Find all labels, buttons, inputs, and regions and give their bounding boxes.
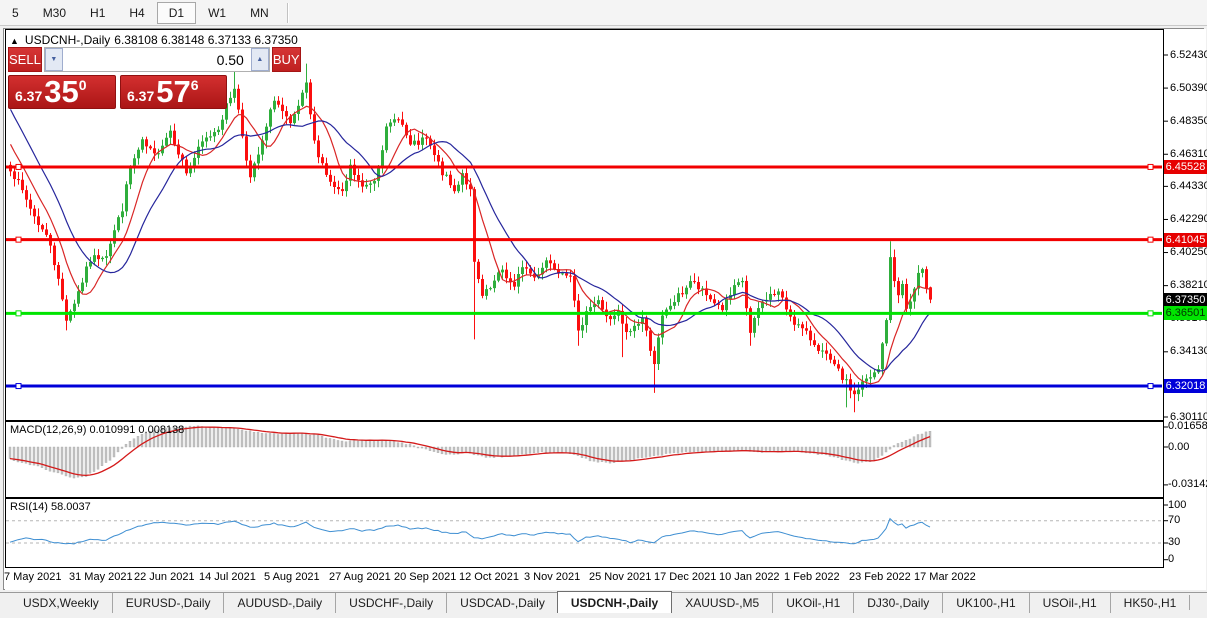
- date-tick-label: 31 May 2021: [69, 571, 133, 583]
- symbol-tab-dj30[interactable]: DJ30-,Daily: [853, 593, 942, 613]
- timeframe-toolbar: 5M30H1H4D1W1MN: [0, 0, 1207, 26]
- sell-price-display[interactable]: 6.37 35 0: [8, 75, 116, 109]
- price-badge-637350: 6.37350: [1164, 293, 1207, 307]
- timeframe-button-m30[interactable]: M30: [31, 2, 78, 24]
- expand-triangle-icon[interactable]: ▲: [10, 36, 19, 46]
- date-tick-label: 14 Jul 2021: [199, 571, 256, 583]
- date-tick-label: 7 May 2021: [4, 571, 61, 583]
- symbol-tab-xauusd[interactable]: XAUUSD-,M5: [672, 593, 772, 613]
- symbol-tab-ukoil[interactable]: UKOil-,H1: [772, 593, 853, 613]
- timeframe-button-d1[interactable]: D1: [157, 2, 196, 24]
- price-tick-label: 6.48350: [1170, 115, 1207, 127]
- price-tick-label: 6.34130: [1170, 345, 1207, 357]
- price-badge-636501: 6.36501: [1164, 306, 1207, 320]
- timeframe-button-h4[interactable]: H4: [117, 2, 156, 24]
- tab-scroll-controls: ◄ ►: [1189, 592, 1207, 613]
- timeframe-button-h1[interactable]: H1: [78, 2, 117, 24]
- rsi-tick-label: 0: [1168, 553, 1174, 565]
- one-click-trade-panel: SELL ▼ ▲ BUY 6.37 35 0 6.37 57 6: [8, 47, 230, 109]
- sell-price-prefix: 6.37: [15, 88, 42, 106]
- symbol-tab-uk100[interactable]: UK100-,H1: [942, 593, 1028, 613]
- volume-spinner: ▼ ▲: [44, 47, 270, 72]
- price-tick-label: 6.44330: [1170, 180, 1207, 192]
- date-tick-label: 1 Feb 2022: [784, 571, 840, 583]
- price-badge-641045: 6.41045: [1164, 233, 1207, 247]
- price-badge-645528: 6.45528: [1164, 160, 1207, 174]
- price-tick-label: 6.38210: [1170, 279, 1207, 291]
- rsi-tick-label: 30: [1168, 536, 1180, 548]
- chart-title: ▲ USDCNH-,Daily 6.38108 6.38148 6.37133 6.…: [10, 33, 298, 47]
- chart-title-symbol: USDCNH-,Daily: [25, 33, 110, 47]
- toolbar-separator: [287, 3, 288, 23]
- macd-indicator-label: MACD(12,26,9) 0.010991 0.008138: [10, 424, 184, 436]
- buy-price-prefix: 6.37: [127, 88, 154, 106]
- macd-tick-label: 0.016586: [1168, 420, 1207, 432]
- buy-button[interactable]: BUY: [272, 47, 301, 72]
- price-tick-label: 6.52430: [1170, 49, 1207, 61]
- symbol-tab-usdchf[interactable]: USDCHF-,Daily: [335, 593, 446, 613]
- symbol-tabs: USDX,WeeklyEURUSD-,DailyAUDUSD-,DailyUSD…: [10, 592, 1189, 613]
- symbol-tab-usdcad[interactable]: USDCAD-,Daily: [446, 593, 558, 613]
- volume-input[interactable]: [63, 48, 251, 71]
- symbol-tab-eurusd[interactable]: EURUSD-,Daily: [112, 593, 224, 613]
- symbol-tab-usoil[interactable]: USOil-,H1: [1029, 593, 1110, 613]
- buy-price-main: 57: [156, 78, 190, 106]
- date-tick-label: 5 Aug 2021: [264, 571, 320, 583]
- date-tick-label: 17 Dec 2021: [654, 571, 716, 583]
- symbol-tab-usdcnh[interactable]: USDCNH-,Daily: [557, 591, 672, 613]
- buy-price-display[interactable]: 6.37 57 6: [120, 75, 227, 109]
- tab-divider: [1189, 595, 1190, 610]
- rsi-indicator-label: RSI(14) 58.0037: [10, 501, 91, 513]
- timeframe-button-5[interactable]: 5: [0, 2, 31, 24]
- price-tick-label: 6.40250: [1170, 246, 1207, 258]
- rsi-tick-label: 100: [1168, 499, 1186, 511]
- symbol-tab-hk50[interactable]: HK50-,H1: [1110, 593, 1190, 613]
- rsi-tick-label: 70: [1168, 514, 1180, 526]
- sell-price-pip: 0: [79, 77, 87, 93]
- date-tick-label: 17 Mar 2022: [914, 571, 976, 583]
- price-tick-label: 6.42290: [1170, 213, 1207, 225]
- sell-button[interactable]: SELL: [8, 47, 42, 72]
- price-tick-label: 6.46310: [1170, 148, 1207, 160]
- date-tick-label: 27 Aug 2021: [329, 571, 391, 583]
- date-tick-label: 23 Feb 2022: [849, 571, 911, 583]
- macd-tick-label: -0.03142: [1168, 478, 1207, 490]
- volume-decrease-button[interactable]: ▼: [45, 48, 63, 71]
- date-tick-label: 10 Jan 2022: [719, 571, 780, 583]
- price-badge-632018: 6.32018: [1164, 379, 1207, 393]
- rsi-pane[interactable]: [5, 498, 1164, 568]
- date-tick-label: 22 Jun 2021: [134, 571, 195, 583]
- symbol-tab-bar: USDX,WeeklyEURUSD-,DailyAUDUSD-,DailyUSD…: [0, 592, 1207, 613]
- price-tick-label: 6.50390: [1170, 82, 1207, 94]
- symbol-tab-usdx[interactable]: USDX,Weekly: [10, 593, 112, 613]
- date-tick-label: 12 Oct 2021: [459, 571, 519, 583]
- symbol-tab-audusd[interactable]: AUDUSD-,Daily: [223, 593, 335, 613]
- macd-tick-label: 0.00: [1168, 441, 1189, 453]
- timeframe-button-w1[interactable]: W1: [196, 2, 238, 24]
- volume-increase-button[interactable]: ▲: [251, 48, 269, 71]
- date-tick-label: 20 Sep 2021: [394, 571, 456, 583]
- date-tick-label: 3 Nov 2021: [524, 571, 580, 583]
- buy-price-pip: 6: [191, 77, 199, 93]
- chart-title-ohlc: 6.38108 6.38148 6.37133 6.37350: [114, 33, 298, 47]
- sell-price-main: 35: [44, 78, 78, 106]
- timeframe-button-mn[interactable]: MN: [238, 2, 281, 24]
- application-window: 5M30H1H4D1W1MN ▲ USDCNH-,Daily 6.38108 6.3…: [0, 0, 1207, 618]
- date-tick-label: 25 Nov 2021: [589, 571, 651, 583]
